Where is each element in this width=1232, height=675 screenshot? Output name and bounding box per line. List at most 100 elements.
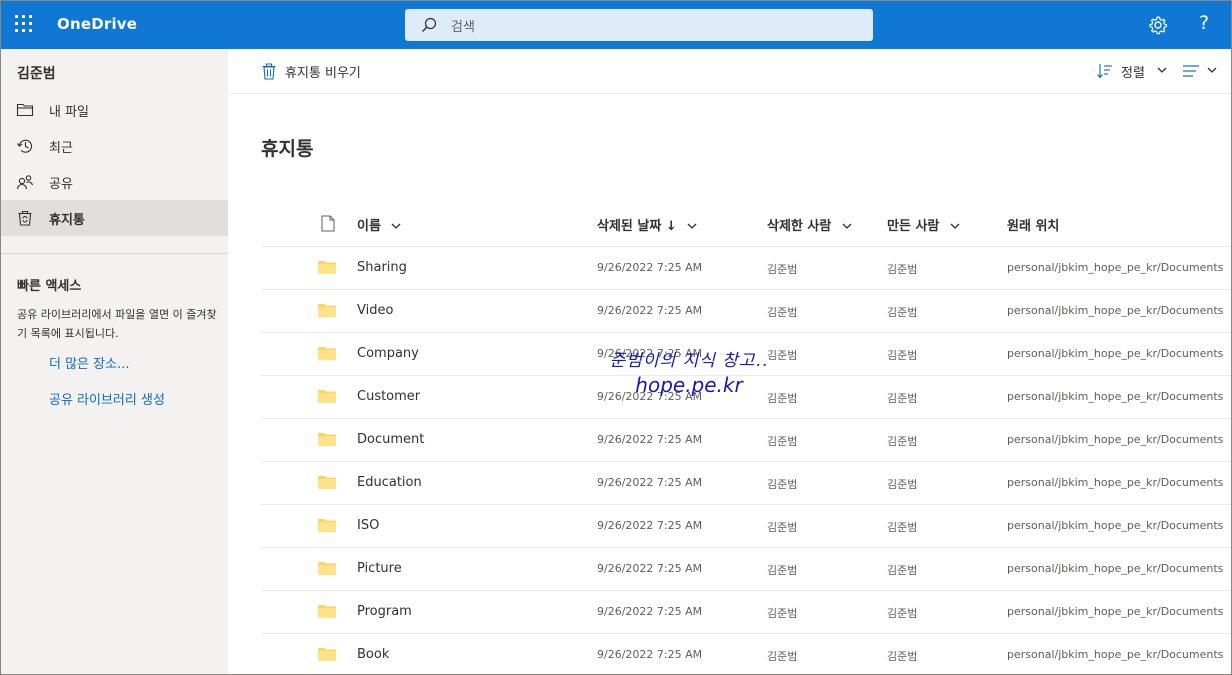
history-icon [17, 139, 33, 153]
quick-access-title: 빠른 액세스 [17, 279, 82, 294]
item-name[interactable]: Book [357, 647, 389, 662]
table-row[interactable]: Education 9/26/2022 7:25 AM 김준범 김준범 pers… [261, 462, 1231, 505]
folder-icon [318, 304, 336, 317]
deleted-by: 김준범 [767, 478, 798, 491]
column-header-deleted-date[interactable]: 삭제된 날짜 ↓ [597, 215, 697, 234]
sort-icon [1097, 64, 1112, 79]
app-launcher-icon[interactable] [15, 15, 33, 33]
original-location: personal/jbkim_hope_pe_kr/Documents [1007, 519, 1224, 532]
item-name[interactable]: Company [357, 346, 419, 361]
sidebar-item-recycle-bin[interactable]: 휴지통 [1, 200, 228, 236]
table-row[interactable]: Document 9/26/2022 7:25 AM 김준범 김준범 perso… [261, 419, 1231, 462]
column-header-deleted-by[interactable]: 삭제한 사람 [767, 215, 852, 234]
created-by: 김준범 [887, 564, 918, 577]
folder-icon [318, 261, 336, 274]
search-icon [422, 17, 437, 32]
item-name[interactable]: Education [357, 475, 422, 490]
trash-icon [262, 63, 276, 80]
item-name[interactable]: Video [357, 303, 393, 318]
created-by: 김준범 [887, 650, 918, 663]
table-row[interactable]: Video 9/26/2022 7:25 AM 김준범 김준범 personal… [261, 290, 1231, 333]
item-name[interactable]: Program [357, 604, 412, 619]
column-label: 삭제한 사람 [767, 219, 832, 234]
column-label: 삭제된 날짜 ↓ [597, 219, 677, 234]
deleted-by: 김준범 [767, 650, 798, 663]
more-places-link[interactable]: 더 많은 장소... [49, 353, 129, 372]
chevron-down-icon [842, 223, 852, 229]
table-row[interactable]: Sharing 9/26/2022 7:25 AM 김준범 김준범 person… [261, 247, 1231, 290]
people-icon [16, 175, 34, 190]
search-box[interactable]: 검색 [405, 9, 873, 41]
empty-recycle-bin-label: 휴지통 비우기 [285, 66, 361, 81]
original-location: personal/jbkim_hope_pe_kr/Documents [1007, 304, 1224, 317]
created-by: 김준범 [887, 263, 918, 276]
sidebar-item-recent[interactable]: 최근 [1, 128, 228, 164]
item-name[interactable]: Document [357, 432, 424, 447]
item-name[interactable]: Sharing [357, 260, 407, 275]
deleted-date: 9/26/2022 7:25 AM [597, 304, 703, 317]
column-label: 이름 [357, 219, 381, 234]
table-row[interactable]: ISO 9/26/2022 7:25 AM 김준범 김준범 personal/j… [261, 505, 1231, 548]
column-header-name[interactable]: 이름 [357, 215, 401, 234]
table-row[interactable]: Book 9/26/2022 7:25 AM 김준범 김준범 personal/… [261, 634, 1231, 674]
folder-icon [318, 605, 336, 618]
sort-button[interactable]: 정렬 [1097, 61, 1169, 81]
deleted-by: 김준범 [767, 607, 798, 620]
original-location: personal/jbkim_hope_pe_kr/Documents [1007, 347, 1224, 360]
sidebar-divider [1, 253, 228, 254]
create-shared-library-link[interactable]: 공유 라이브러리 생성 [49, 389, 165, 408]
chevron-down-icon [1207, 67, 1217, 73]
command-bar: 휴지통 비우기 정렬 [229, 49, 1231, 94]
original-location: personal/jbkim_hope_pe_kr/Documents [1007, 476, 1224, 489]
file-type-icon[interactable] [321, 215, 335, 232]
original-location: personal/jbkim_hope_pe_kr/Documents [1007, 261, 1224, 274]
item-name[interactable]: ISO [357, 518, 379, 533]
column-header-created-by[interactable]: 만든 사람 [887, 215, 960, 234]
deleted-date: 9/26/2022 7:25 AM [597, 605, 703, 618]
watermark-line2: hope.pe.kr [635, 373, 743, 397]
original-location: personal/jbkim_hope_pe_kr/Documents [1007, 562, 1224, 575]
sidebar-item-label: 공유 [49, 177, 73, 192]
user-name: 김준범 [17, 66, 56, 82]
quick-access-description: 공유 라이브러리에서 파일을 열면 이 즐겨찾기 목록에 표시됩니다. [17, 308, 217, 340]
sort-label: 정렬 [1121, 66, 1145, 81]
table-row[interactable]: Program 9/26/2022 7:25 AM 김준범 김준범 person… [261, 591, 1231, 634]
original-location: personal/jbkim_hope_pe_kr/Documents [1007, 648, 1224, 661]
created-by: 김준범 [887, 392, 918, 405]
folder-icon [16, 103, 34, 117]
watermark: 준범이의 지식 창고.. hope.pe.kr [599, 346, 779, 397]
deleted-date: 9/26/2022 7:25 AM [597, 476, 703, 489]
sidebar-item-shared[interactable]: 공유 [1, 164, 228, 200]
search-input[interactable]: 검색 [451, 16, 475, 35]
column-label: 원래 위치 [1007, 219, 1060, 234]
chevron-down-icon [1157, 67, 1167, 73]
brand-title[interactable]: OneDrive [57, 15, 137, 33]
recycle-bin-icon [18, 210, 32, 226]
table-row[interactable]: Picture 9/26/2022 7:25 AM 김준범 김준범 person… [261, 548, 1231, 591]
watermark-line1: 준범이의 지식 창고.. [609, 351, 769, 371]
gear-icon[interactable] [1148, 15, 1168, 35]
item-name[interactable]: Picture [357, 561, 402, 576]
column-label: 만든 사람 [887, 219, 940, 234]
deleted-by: 김준범 [767, 435, 798, 448]
view-options-button[interactable] [1182, 61, 1222, 81]
created-by: 김준범 [887, 607, 918, 620]
sidebar-item-label: 휴지통 [49, 213, 85, 228]
deleted-by: 김준범 [767, 263, 798, 276]
deleted-date: 9/26/2022 7:25 AM [597, 648, 703, 661]
created-by: 김준범 [887, 478, 918, 491]
deleted-date: 9/26/2022 7:25 AM [597, 261, 703, 274]
chevron-down-icon [391, 223, 401, 229]
original-location: personal/jbkim_hope_pe_kr/Documents [1007, 390, 1224, 403]
deleted-by: 김준범 [767, 306, 798, 319]
sidebar-item-my-files[interactable]: 내 파일 [1, 92, 228, 128]
help-icon[interactable]: ? [1199, 12, 1209, 34]
created-by: 김준범 [887, 349, 918, 362]
folder-icon [318, 562, 336, 575]
item-name[interactable]: Customer [357, 389, 420, 404]
chevron-down-icon [950, 223, 960, 229]
folder-icon [318, 519, 336, 532]
list-header: 이름 삭제된 날짜 ↓ 삭제한 사람 만든 사람 원래 위치 [261, 202, 1231, 247]
folder-icon [318, 390, 336, 403]
column-header-original-location[interactable]: 원래 위치 [1007, 215, 1059, 234]
